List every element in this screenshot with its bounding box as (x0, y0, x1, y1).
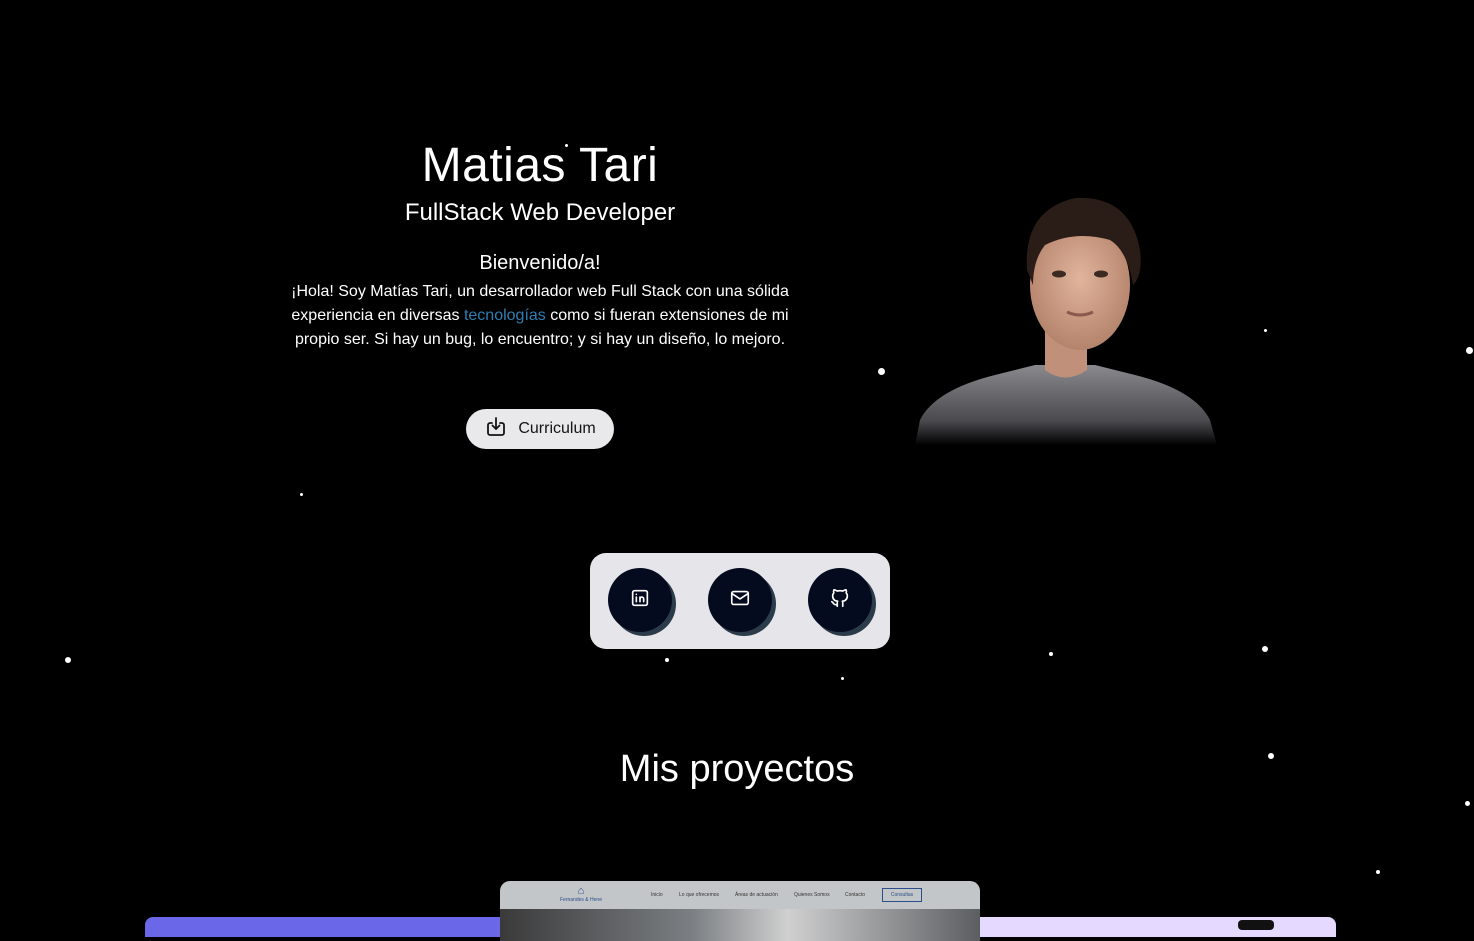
star (841, 677, 844, 680)
star (1466, 347, 1473, 354)
project-preview-nav: ⌂ Fernandes & Hene Inicio Lo que ofrecem… (500, 881, 980, 909)
preview-nav-link: Lo que ofrecemos (679, 892, 720, 898)
project-preview-image (500, 909, 980, 941)
project-card[interactable] (960, 917, 1336, 937)
welcome-heading: Bienvenido/a! (479, 252, 601, 274)
project-card[interactable] (145, 917, 525, 937)
email-button[interactable] (708, 568, 772, 632)
star (1465, 801, 1470, 806)
preview-nav-link: Contacto (845, 892, 866, 898)
projects-heading: Mis proyectos (619, 748, 855, 790)
curriculum-label: Curriculum (518, 420, 596, 437)
star (300, 493, 303, 496)
star (1264, 329, 1267, 332)
social-links-bar (590, 553, 890, 649)
github-button[interactable] (808, 568, 872, 632)
logo-text: Fernandes & Hene (560, 897, 602, 903)
curriculum-download-button[interactable]: Curriculum (466, 409, 614, 449)
profile-photo (905, 190, 1225, 445)
technologies-link[interactable]: tecnologías (464, 307, 546, 324)
download-icon (484, 415, 508, 444)
linkedin-button[interactable] (608, 568, 672, 632)
preview-nav-link: Quienes Somos (794, 892, 830, 898)
project-card[interactable]: ⌂ Fernandes & Hene Inicio Lo que ofrecem… (500, 881, 980, 941)
star (1376, 870, 1380, 874)
project-preview-logo: ⌂ Fernandes & Hene (560, 885, 602, 903)
hero-section: Matias Tari FullStack Web Developer Bien… (290, 130, 790, 352)
preview-nav-link: Áreas de actuación (735, 892, 778, 898)
star (665, 658, 669, 662)
linkedin-icon (629, 587, 651, 614)
star (1049, 652, 1053, 656)
github-icon (829, 587, 851, 614)
bio-paragraph: ¡Hola! Soy Matías Tari, un desarrollador… (290, 280, 790, 352)
page-title: Matias Tari (421, 139, 659, 192)
star (878, 368, 885, 375)
job-role: FullStack Web Developer (404, 199, 676, 226)
preview-cta-button: Consultas (882, 888, 922, 902)
star (1262, 646, 1268, 652)
mail-icon (729, 587, 751, 614)
preview-nav-link: Inicio (651, 892, 663, 898)
card-element (1238, 920, 1274, 930)
star (65, 657, 71, 663)
logo-mark-icon: ⌂ (577, 885, 585, 897)
